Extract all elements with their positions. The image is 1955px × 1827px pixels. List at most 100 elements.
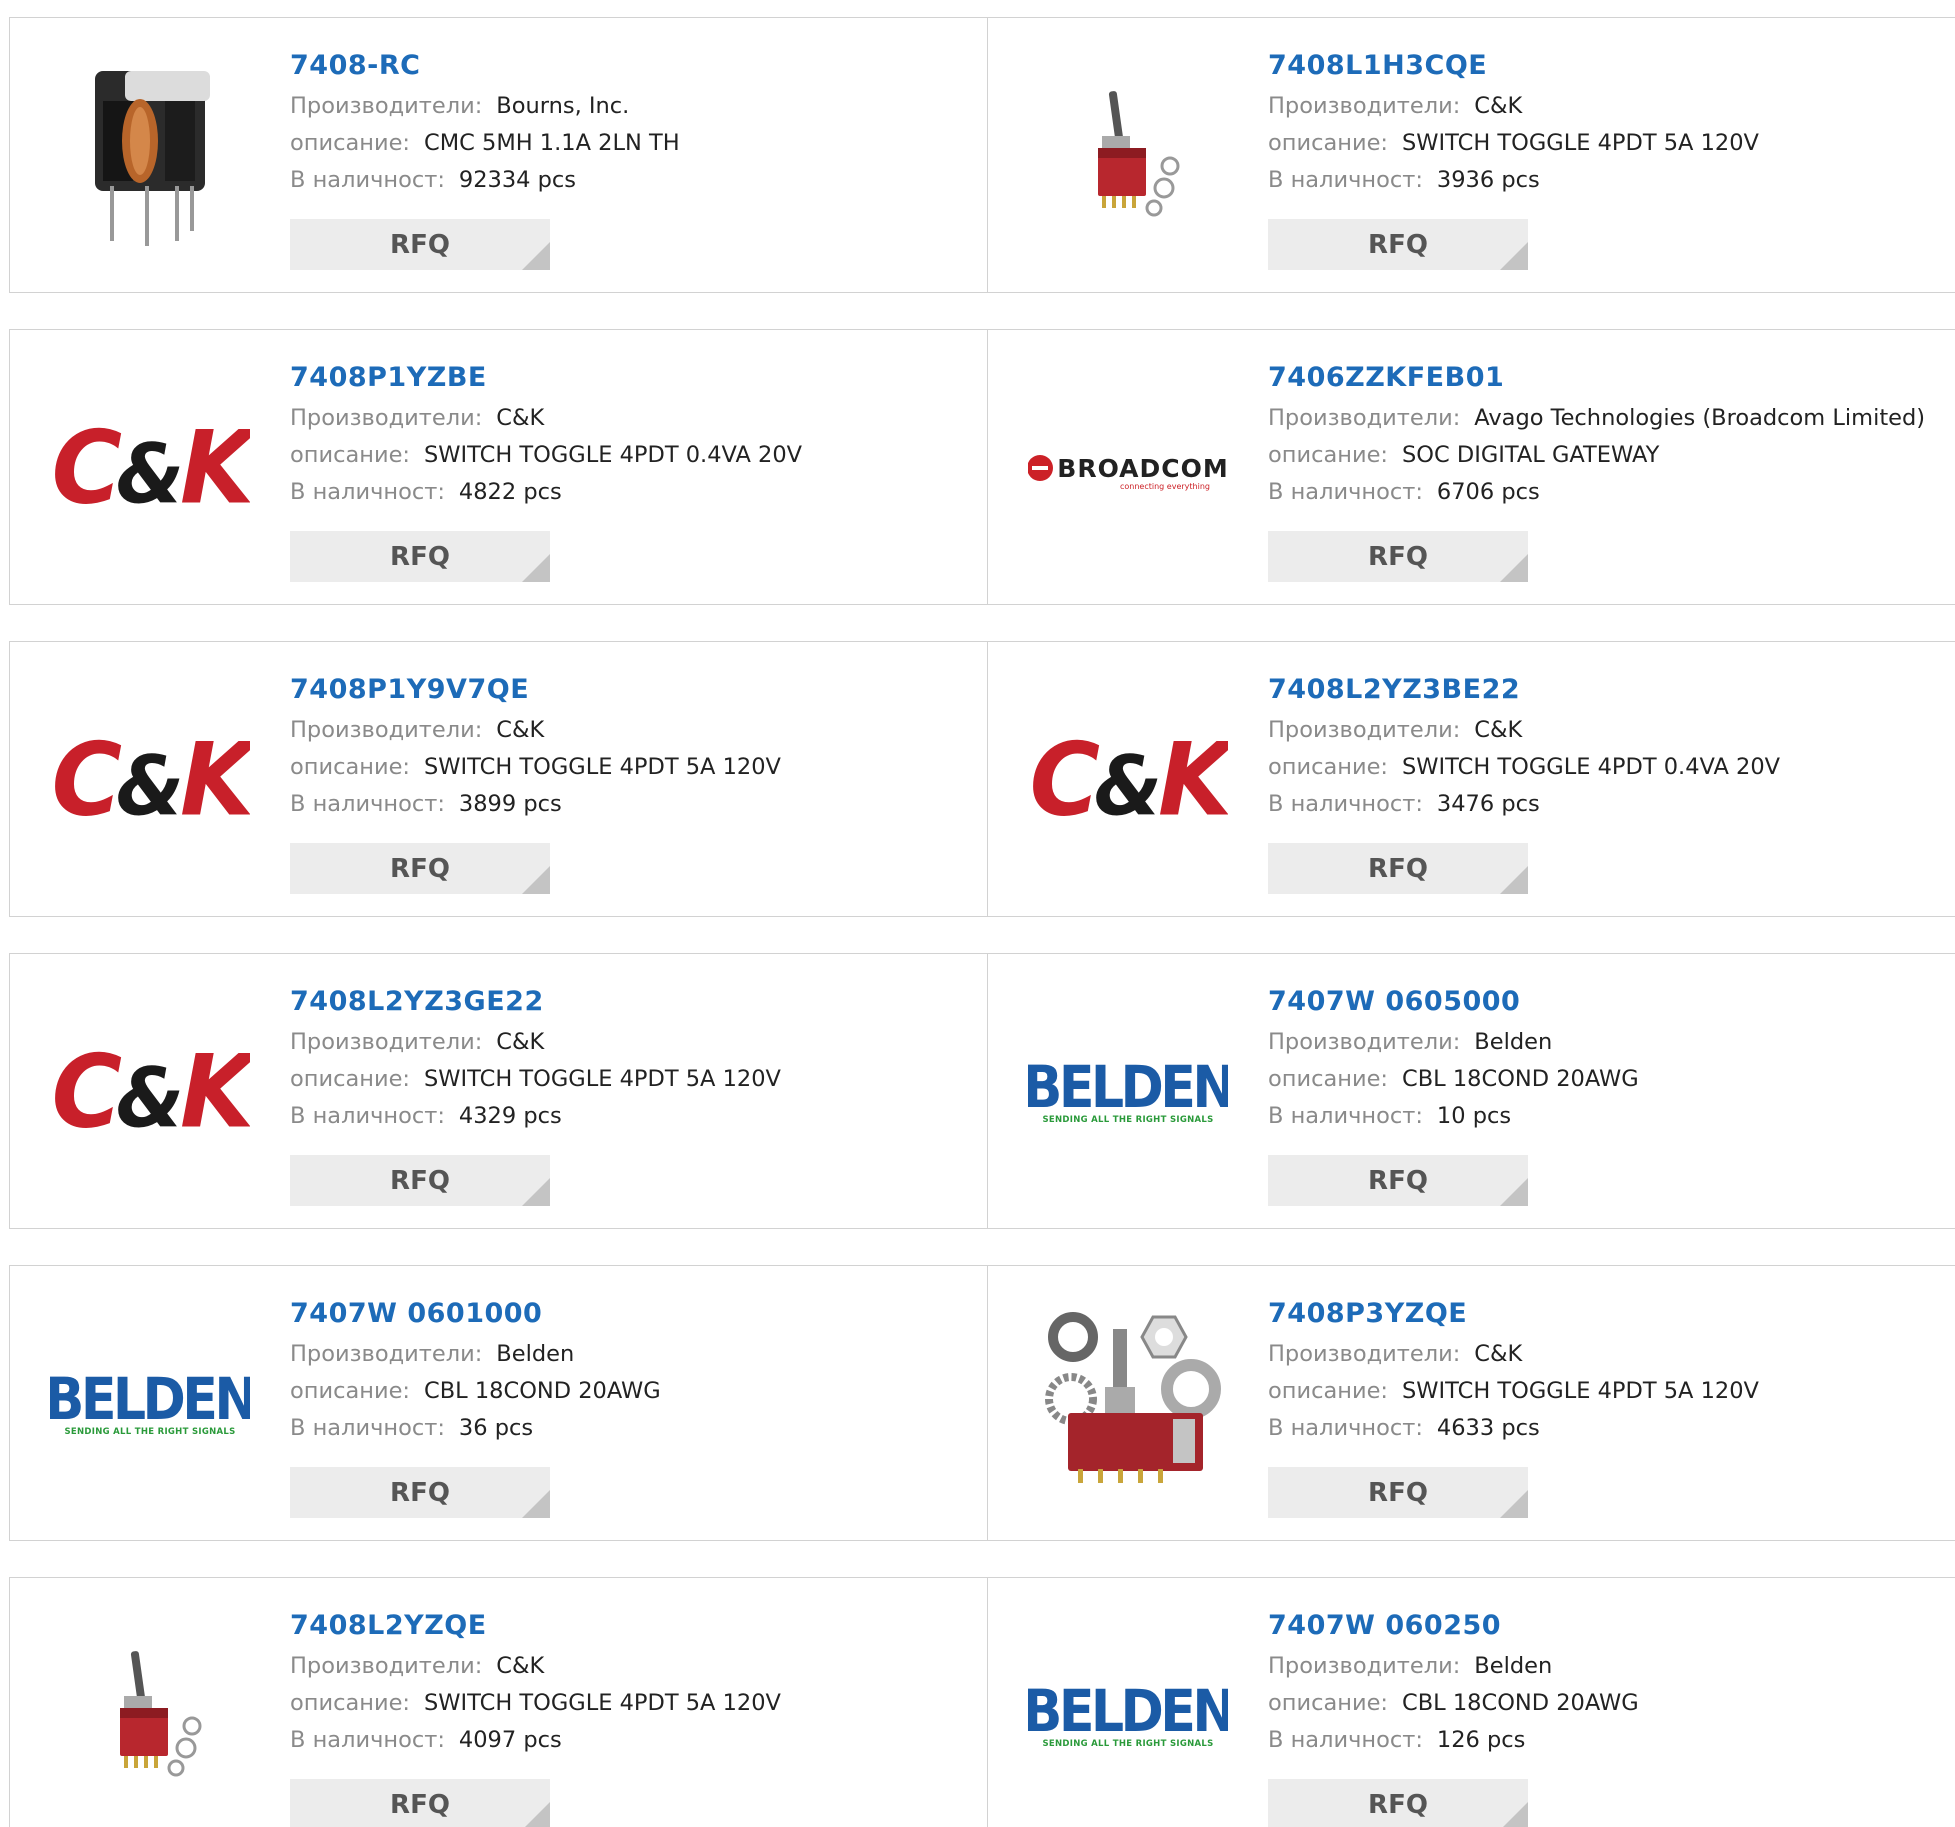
stock-label: В наличност:: [1268, 167, 1423, 193]
part-number-link[interactable]: 7408L2YZ3BE22: [1268, 672, 1955, 708]
manufacturer-row: Производители: C&K: [1268, 88, 1955, 125]
manufacturer-value: C&K: [496, 1653, 545, 1679]
part-number-link[interactable]: 7408-RC: [290, 48, 978, 84]
stock-label: В наличност:: [290, 1415, 445, 1441]
stock-row: В наличност: 4822 pcs: [290, 474, 978, 511]
rfq-button[interactable]: RFQ: [290, 219, 550, 270]
product-image[interactable]: C&K: [1028, 680, 1228, 880]
corner-triangle-icon: [522, 1178, 550, 1206]
corner-triangle-icon: [522, 1802, 550, 1827]
rfq-button[interactable]: RFQ: [290, 1779, 550, 1827]
product-image[interactable]: C&K: [50, 368, 250, 568]
product-card: 7408P3YZQE Производители: C&K описание: SW…: [987, 1265, 1955, 1541]
manufacturer-label: Производители:: [1268, 717, 1461, 743]
product-image[interactable]: C&K: [50, 680, 250, 880]
part-number-link[interactable]: 7408P3YZQE: [1268, 1296, 1955, 1332]
rfq-button[interactable]: RFQ: [1268, 531, 1528, 582]
part-number-link[interactable]: 7407W 0605000: [1268, 984, 1955, 1020]
product-image[interactable]: [50, 1616, 250, 1816]
manufacturer-value: C&K: [1474, 717, 1523, 743]
belden-logo: BELDEN SENDING ALL THE RIGHT SIGNALS: [1028, 1677, 1228, 1749]
part-number-link[interactable]: 7407W 060250: [1268, 1608, 1955, 1644]
stock-row: В наличност: 3936 pcs: [1268, 162, 1955, 199]
rfq-button[interactable]: RFQ: [1268, 219, 1528, 270]
product-image[interactable]: BROADCOM connecting everything: [1028, 368, 1228, 568]
manufacturer-value: C&K: [496, 717, 545, 743]
ck-logo: C&K: [51, 721, 250, 839]
description-label: описание:: [290, 130, 411, 156]
product-card: 7408-RC Производители: Bourns, Inc. описа…: [9, 17, 989, 293]
description-label: описание:: [1268, 130, 1389, 156]
manufacturer-value: Belden: [1474, 1029, 1553, 1055]
stock-value: 4822 pcs: [458, 479, 562, 505]
part-number-link[interactable]: 7408P1Y9V7QE: [290, 672, 978, 708]
rfq-button[interactable]: RFQ: [1268, 1467, 1528, 1518]
product-card: BELDEN SENDING ALL THE RIGHT SIGNALS 7407…: [987, 953, 1955, 1229]
stock-label: В наличност:: [1268, 479, 1423, 505]
rfq-button[interactable]: RFQ: [1268, 1779, 1528, 1827]
description-label: описание:: [290, 442, 411, 468]
manufacturer-label: Производители:: [290, 1341, 483, 1367]
manufacturer-row: Производители: C&K: [1268, 1336, 1955, 1373]
stock-label: В наличност:: [290, 1727, 445, 1753]
product-image[interactable]: BELDEN SENDING ALL THE RIGHT SIGNALS: [1028, 992, 1228, 1192]
rfq-button[interactable]: RFQ: [1268, 1155, 1528, 1206]
stock-row: В наличност: 3476 pcs: [1268, 786, 1955, 823]
part-number-link[interactable]: 7406ZZKFEB01: [1268, 360, 1955, 396]
stock-row: В наличност: 36 pcs: [290, 1410, 978, 1447]
part-number-link[interactable]: 7407W 0601000: [290, 1296, 978, 1332]
manufacturer-label: Производители:: [1268, 1653, 1461, 1679]
product-image[interactable]: BELDEN SENDING ALL THE RIGHT SIGNALS: [1028, 1616, 1228, 1816]
belden-logo: BELDEN SENDING ALL THE RIGHT SIGNALS: [1028, 1053, 1228, 1125]
product-info: 7408P3YZQE Производители: C&K описание: SW…: [1268, 1296, 1955, 1447]
description-label: описание:: [290, 1066, 411, 1092]
rfq-button[interactable]: RFQ: [290, 1467, 550, 1518]
description-row: описание: CBL 18COND 20AWG: [290, 1373, 978, 1410]
part-number-link[interactable]: 7408L2YZQE: [290, 1608, 978, 1644]
stock-value: 4097 pcs: [458, 1727, 562, 1753]
stock-row: В наличност: 126 pcs: [1268, 1722, 1955, 1759]
manufacturer-value: C&K: [496, 405, 545, 431]
product-card: BELDEN SENDING ALL THE RIGHT SIGNALS 7407…: [987, 1577, 1955, 1827]
manufacturer-row: Производители: C&K: [290, 712, 978, 749]
description-value: CBL 18COND 20AWG: [1402, 1690, 1639, 1716]
description-value: SWITCH TOGGLE 4PDT 5A 120V: [1402, 1378, 1759, 1404]
stock-label: В наличност:: [1268, 1415, 1423, 1441]
part-number-link[interactable]: 7408L1H3CQE: [1268, 48, 1955, 84]
product-image[interactable]: [1028, 56, 1228, 256]
broadcom-logo: BROADCOM connecting everything: [1028, 454, 1228, 491]
corner-triangle-icon: [1500, 1178, 1528, 1206]
description-label: описание:: [1268, 442, 1389, 468]
description-label: описание:: [290, 1378, 411, 1404]
description-row: описание: SWITCH TOGGLE 4PDT 5A 120V: [290, 1685, 978, 1722]
description-row: описание: SWITCH TOGGLE 4PDT 5A 120V: [1268, 125, 1955, 162]
part-number-link[interactable]: 7408P1YZBE: [290, 360, 978, 396]
stock-value: 4633 pcs: [1436, 1415, 1540, 1441]
manufacturer-value: C&K: [1474, 1341, 1523, 1367]
manufacturer-row: Производители: Avago Technologies (Broadc…: [1268, 400, 1955, 437]
rfq-button[interactable]: RFQ: [290, 1155, 550, 1206]
stock-value: 3936 pcs: [1436, 167, 1540, 193]
rfq-button[interactable]: RFQ: [290, 531, 550, 582]
product-info: 7407W 0605000 Производители: Belden описа…: [1268, 984, 1955, 1135]
manufacturer-row: Производители: Bourns, Inc.: [290, 88, 978, 125]
corner-triangle-icon: [1500, 554, 1528, 582]
stock-label: В наличност:: [1268, 1727, 1423, 1753]
product-image[interactable]: C&K: [50, 992, 250, 1192]
part-number-link[interactable]: 7408L2YZ3GE22: [290, 984, 978, 1020]
product-info: 7408L2YZQE Производители: C&K описание: SW…: [290, 1608, 978, 1759]
ck-logo: C&K: [51, 1033, 250, 1151]
product-image[interactable]: [50, 56, 250, 256]
product-image[interactable]: [1028, 1304, 1228, 1504]
description-value: SWITCH TOGGLE 4PDT 0.4VA 20V: [1402, 754, 1781, 780]
product-image[interactable]: BELDEN SENDING ALL THE RIGHT SIGNALS: [50, 1304, 250, 1504]
corner-triangle-icon: [522, 242, 550, 270]
stock-label: В наличност:: [290, 479, 445, 505]
stock-row: В наличност: 10 pcs: [1268, 1098, 1955, 1135]
rfq-button[interactable]: RFQ: [290, 843, 550, 894]
rfq-button[interactable]: RFQ: [1268, 843, 1528, 894]
manufacturer-label: Производители:: [1268, 93, 1461, 119]
product-info: 7408P1YZBE Производители: C&K описание: SW…: [290, 360, 978, 511]
manufacturer-label: Производители:: [1268, 1029, 1461, 1055]
product-card: BROADCOM connecting everything 7406ZZKFEB…: [987, 329, 1955, 605]
